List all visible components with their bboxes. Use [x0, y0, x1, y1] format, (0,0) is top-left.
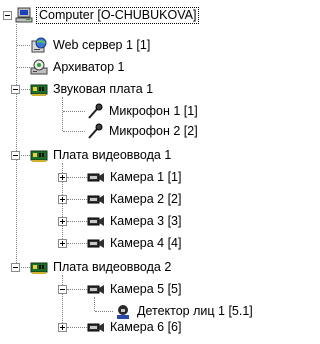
- tree-node-camera-3[interactable]: Камера 3 [3]: [87, 213, 183, 230]
- tree-node-label: Камера 4 [4]: [110, 236, 182, 250]
- tree-node-label: Микрофон 1 [1]: [109, 104, 198, 118]
- web-server-icon: [30, 37, 48, 54]
- video-board-icon: [30, 147, 48, 164]
- tree-node-label: Web сервер 1 [1]: [53, 38, 151, 52]
- tree-line: [21, 155, 30, 156]
- tree-node-label: Камера 2 [2]: [110, 192, 182, 206]
- microphone-icon: [86, 103, 104, 120]
- tree-node-microphone-1[interactable]: Микрофон 1 [1]: [86, 103, 200, 120]
- expand-camera-3-button[interactable]: [58, 217, 67, 226]
- tree-node-video-board-1[interactable]: Плата видеоввода 1: [30, 147, 173, 164]
- expand-camera-6-button[interactable]: [58, 323, 67, 332]
- collapse-root-button[interactable]: [3, 11, 12, 20]
- tree-line: [21, 267, 30, 268]
- tree-line: [21, 89, 30, 90]
- camera-icon: [87, 213, 105, 230]
- device-tree: Computer [O-CHUBUKOVA] Web сервер 1 [1] …: [0, 0, 295, 344]
- video-board-icon: [30, 259, 48, 276]
- tree-node-video-board-2[interactable]: Плата видеоввода 2: [30, 259, 173, 276]
- collapse-sound-card-button[interactable]: [11, 85, 20, 94]
- camera-icon: [87, 319, 105, 336]
- camera-icon: [87, 281, 105, 298]
- tree-node-camera-5[interactable]: Камера 5 [5]: [87, 281, 183, 298]
- tree-node-label: Камера 5 [5]: [110, 282, 182, 296]
- tree-line: [17, 45, 30, 46]
- tree-node-label: Камера 6 [6]: [110, 320, 182, 334]
- tree-line: [16, 24, 17, 271]
- tree-line: [95, 311, 113, 312]
- tree-node-label: Плата видеоввода 2: [53, 260, 172, 274]
- microphone-icon: [86, 123, 104, 140]
- tree-line: [62, 275, 63, 327]
- tree-node-label: Архиватор 1: [53, 60, 125, 74]
- tree-node-camera-1[interactable]: Камера 1 [1]: [87, 169, 183, 186]
- tree-node-archiver[interactable]: Архиватор 1: [30, 59, 126, 76]
- tree-node-label: Микрофон 2 [2]: [109, 124, 198, 138]
- tree-node-camera-6[interactable]: Камера 6 [6]: [87, 319, 183, 336]
- expand-camera-1-button[interactable]: [58, 173, 67, 182]
- tree-line: [63, 111, 85, 112]
- tree-node-label: Детектор лиц 1 [5.1]: [137, 304, 253, 318]
- tree-node-label: Computer [O-CHUBUKOVA]: [36, 7, 200, 24]
- expand-camera-2-button[interactable]: [58, 195, 67, 204]
- expand-camera-4-button[interactable]: [58, 239, 67, 248]
- camera-icon: [87, 235, 105, 252]
- tree-line: [67, 221, 87, 222]
- tree-node-camera-2[interactable]: Камера 2 [2]: [87, 191, 183, 208]
- tree-node-camera-4[interactable]: Камера 4 [4]: [87, 235, 183, 252]
- camera-icon: [87, 169, 105, 186]
- tree-line: [67, 289, 87, 290]
- tree-node-label: Камера 1 [1]: [110, 170, 182, 184]
- tree-line: [63, 131, 85, 132]
- collapse-video-board-1-button[interactable]: [11, 151, 20, 160]
- sound-card-icon: [30, 81, 48, 98]
- tree-line: [94, 297, 95, 311]
- tree-line: [62, 97, 63, 131]
- tree-node-label: Камера 3 [3]: [110, 214, 182, 228]
- tree-node-face-detector[interactable]: Детектор лиц 1 [5.1]: [114, 303, 255, 320]
- tree-line: [67, 199, 87, 200]
- collapse-camera-5-button[interactable]: [58, 285, 67, 294]
- tree-line: [67, 327, 87, 328]
- tree-line: [67, 177, 87, 178]
- face-detector-icon: [114, 303, 132, 320]
- tree-node-sound-card[interactable]: Звуковая плата 1: [30, 81, 155, 98]
- computer-icon: [15, 7, 33, 24]
- collapse-video-board-2-button[interactable]: [11, 263, 20, 272]
- tree-node-web-server[interactable]: Web сервер 1 [1]: [30, 37, 152, 54]
- tree-node-label: Звуковая плата 1: [53, 82, 154, 96]
- archiver-icon: [30, 59, 48, 76]
- camera-icon: [87, 191, 105, 208]
- tree-node-microphone-2[interactable]: Микрофон 2 [2]: [86, 123, 200, 140]
- tree-line: [17, 67, 30, 68]
- tree-line: [67, 243, 87, 244]
- tree-node-computer[interactable]: Computer [O-CHUBUKOVA]: [15, 7, 200, 24]
- tree-node-label: Плата видеоввода 1: [53, 148, 172, 162]
